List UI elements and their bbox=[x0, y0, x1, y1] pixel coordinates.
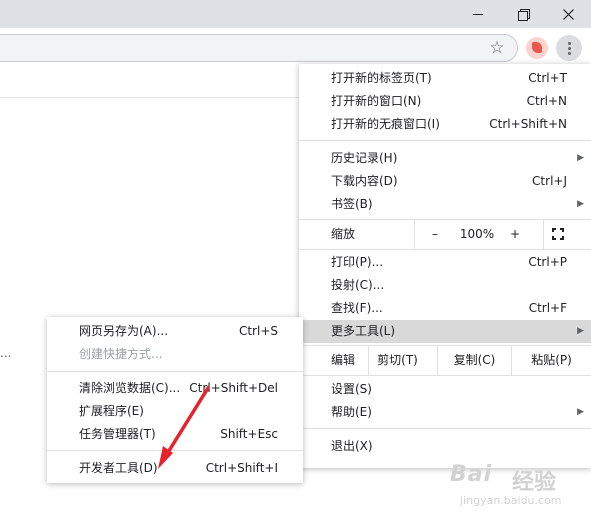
address-bar[interactable] bbox=[0, 34, 518, 62]
menu-item-exit[interactable]: 退出(X) bbox=[299, 435, 591, 458]
menu-dot-icon bbox=[567, 46, 571, 50]
menu-item-shortcut: Ctrl+P bbox=[528, 255, 567, 269]
submenu-arrow-icon: ▶ bbox=[577, 199, 584, 209]
menu-item-label: 查找(F)... bbox=[331, 301, 383, 315]
submenu-arrow-icon: ▶ bbox=[577, 153, 584, 163]
menu-item-label: 任务管理器(T) bbox=[79, 427, 156, 441]
edit-label: 编辑 bbox=[331, 353, 356, 367]
menu-item-shortcut: Ctrl+Shift+N bbox=[489, 117, 567, 131]
chrome-main-menu: 打开新的标签页(T) Ctrl+T 打开新的窗口(N) Ctrl+N 打开新的无… bbox=[299, 64, 591, 468]
close-window-button[interactable] bbox=[545, 0, 591, 28]
menu-item-print[interactable]: 打印(P)... Ctrl+P bbox=[299, 251, 591, 274]
minimize-icon bbox=[473, 13, 483, 15]
zoom-out-button[interactable]: – bbox=[427, 220, 443, 249]
menu-separator bbox=[299, 428, 591, 429]
submenu-arrow-icon: ▶ bbox=[577, 407, 584, 417]
menu-item-bookmarks[interactable]: 书签(B) ▶ bbox=[299, 193, 591, 216]
zoom-label: 缩放 bbox=[331, 227, 356, 241]
menu-edit-row: 编辑 剪切(T) 复制(C) 粘贴(P) bbox=[299, 346, 591, 375]
menu-zoom-row: 缩放 – 100% + bbox=[299, 220, 591, 249]
bookmark-star-icon[interactable]: ☆ bbox=[487, 38, 507, 58]
restore-button[interactable] bbox=[500, 0, 546, 28]
menu-item-shortcut: Ctrl+J bbox=[532, 174, 567, 188]
restore-icon bbox=[517, 8, 530, 21]
submenu-item-save-page[interactable]: 网页另存为(A)... Ctrl+S bbox=[47, 320, 303, 343]
menu-item-label: 创建快捷方式... bbox=[79, 347, 163, 361]
menu-item-cast[interactable]: 投射(C)... bbox=[299, 274, 591, 297]
menu-item-shortcut: Ctrl+S bbox=[238, 324, 278, 338]
fullscreen-icon[interactable] bbox=[552, 228, 564, 240]
watermark-text: 经验 bbox=[512, 470, 557, 495]
menu-item-find[interactable]: 查找(F)... Ctrl+F bbox=[299, 297, 591, 320]
menu-item-shortcut: Ctrl+Shift+I bbox=[205, 461, 278, 475]
menu-item-shortcut: Shift+Esc bbox=[220, 427, 278, 441]
submenu-arrow-icon: ▶ bbox=[577, 326, 584, 336]
menu-item-label: 退出(X) bbox=[331, 439, 373, 453]
menu-item-label: 网页另存为(A)... bbox=[79, 324, 169, 338]
menu-item-new-incognito[interactable]: 打开新的无痕窗口(I) Ctrl+Shift+N bbox=[299, 113, 591, 136]
menu-item-label: 投射(C)... bbox=[331, 278, 385, 292]
submenu-item-create-shortcut: 创建快捷方式... bbox=[47, 343, 303, 366]
submenu-item-dev-tools[interactable]: 开发者工具(D) Ctrl+Shift+I bbox=[47, 457, 303, 480]
baidu-watermark: Bai 经验 jingyan.baidu.com bbox=[450, 462, 590, 514]
menu-dot-icon bbox=[567, 51, 571, 55]
menu-item-downloads[interactable]: 下载内容(D) Ctrl+J bbox=[299, 170, 591, 193]
extension-icon[interactable] bbox=[526, 37, 548, 59]
page-ellipsis: ... bbox=[0, 346, 12, 360]
menu-item-settings[interactable]: 设置(S) bbox=[299, 378, 591, 401]
menu-separator bbox=[299, 249, 591, 250]
menu-item-label: 开发者工具(D) bbox=[79, 461, 158, 475]
watermark-logo: Bai bbox=[450, 462, 493, 487]
menu-item-label: 打开新的无痕窗口(I) bbox=[331, 117, 440, 131]
chrome-menu-button[interactable] bbox=[556, 35, 582, 61]
zoom-in-button[interactable]: + bbox=[503, 220, 527, 249]
menu-item-label: 打开新的窗口(N) bbox=[331, 94, 422, 108]
menu-item-help[interactable]: 帮助(E) ▶ bbox=[299, 401, 591, 424]
page-divider bbox=[0, 97, 300, 98]
menu-item-label: 帮助(E) bbox=[331, 405, 372, 419]
watermark-url: jingyan.baidu.com bbox=[460, 494, 562, 507]
copy-button[interactable]: 复制(C) bbox=[437, 346, 511, 375]
zoom-level: 100% bbox=[459, 227, 495, 241]
menu-item-label: 扩展程序(E) bbox=[79, 404, 144, 418]
menu-item-new-tab[interactable]: 打开新的标签页(T) Ctrl+T bbox=[299, 67, 591, 90]
zoom-controls: – 100% + bbox=[414, 220, 544, 249]
submenu-item-clear-data[interactable]: 清除浏览数据(C)... Ctrl+Shift+Del bbox=[47, 377, 303, 400]
menu-item-shortcut: Ctrl+F bbox=[528, 301, 567, 315]
title-bar bbox=[0, 0, 591, 28]
submenu-item-extensions[interactable]: 扩展程序(E) bbox=[47, 400, 303, 423]
menu-item-new-window[interactable]: 打开新的窗口(N) Ctrl+N bbox=[299, 90, 591, 113]
toolbar: ☆ bbox=[0, 28, 591, 67]
menu-item-label: 打开新的标签页(T) bbox=[331, 71, 432, 85]
menu-item-history[interactable]: 历史记录(H) ▶ bbox=[299, 147, 591, 170]
menu-separator bbox=[299, 140, 591, 141]
paste-button[interactable]: 粘贴(P) bbox=[511, 346, 591, 375]
minimize-button[interactable] bbox=[455, 0, 501, 28]
menu-dot-icon bbox=[567, 41, 571, 45]
menu-item-shortcut: Ctrl+T bbox=[528, 71, 567, 85]
menu-item-label: 设置(S) bbox=[331, 382, 372, 396]
menu-item-label: 打印(P)... bbox=[331, 255, 384, 269]
menu-separator bbox=[47, 450, 303, 451]
menu-item-shortcut: Ctrl+N bbox=[526, 94, 567, 108]
menu-item-label: 清除浏览数据(C)... bbox=[79, 381, 181, 395]
menu-separator bbox=[47, 371, 303, 372]
close-icon bbox=[562, 8, 574, 20]
menu-item-label: 历史记录(H) bbox=[331, 151, 398, 165]
menu-item-label: 更多工具(L) bbox=[331, 324, 396, 338]
menu-item-label: 下载内容(D) bbox=[331, 174, 398, 188]
submenu-item-task-manager[interactable]: 任务管理器(T) Shift+Esc bbox=[47, 423, 303, 446]
menu-item-shortcut: Ctrl+Shift+Del bbox=[189, 381, 278, 395]
more-tools-submenu: 网页另存为(A)... Ctrl+S 创建快捷方式... 清除浏览数据(C)..… bbox=[47, 317, 303, 483]
menu-item-label: 书签(B) bbox=[331, 197, 373, 211]
menu-separator bbox=[299, 375, 591, 376]
cut-button[interactable]: 剪切(T) bbox=[368, 346, 426, 375]
menu-item-more-tools[interactable]: 更多工具(L) ▶ bbox=[299, 320, 591, 343]
